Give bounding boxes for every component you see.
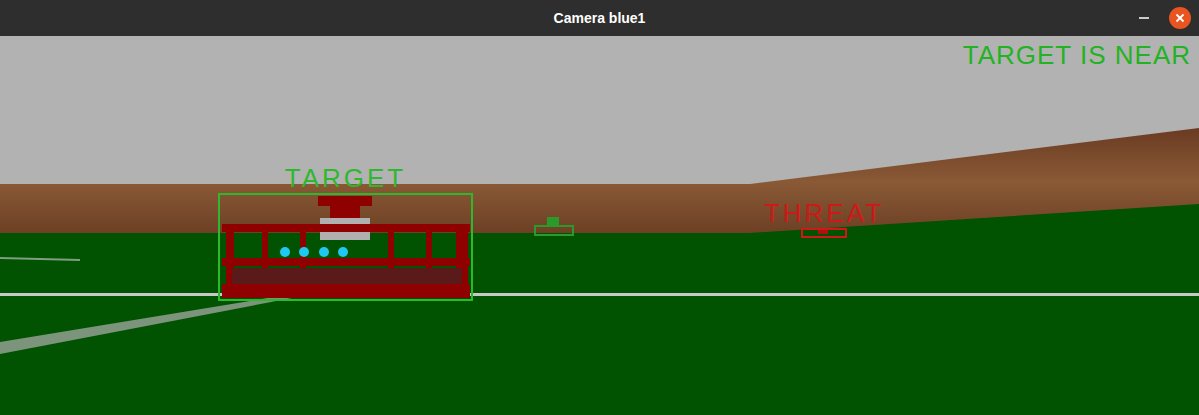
close-icon[interactable] — [1169, 7, 1191, 29]
camera-scene — [0, 36, 1199, 415]
status-text: TARGET IS NEAR — [963, 40, 1191, 70]
window-title: Camera blue1 — [554, 8, 646, 29]
title-bar: Camera blue1 — [0, 0, 1199, 36]
minimize-icon[interactable] — [1133, 7, 1155, 29]
robot — [222, 196, 470, 298]
detection-label: THREAT — [764, 198, 884, 228]
distant-robot — [535, 218, 573, 235]
camera-window: Camera blue1 TARGET THREAT TARGET IS NEAR — [0, 0, 1199, 415]
camera-view: TARGET THREAT TARGET IS NEAR — [0, 36, 1199, 415]
detection-label: TARGET — [285, 163, 407, 193]
marker-dots — [280, 247, 348, 257]
detection-box: THREAT — [801, 228, 847, 238]
detection-box: TARGET — [218, 193, 473, 301]
